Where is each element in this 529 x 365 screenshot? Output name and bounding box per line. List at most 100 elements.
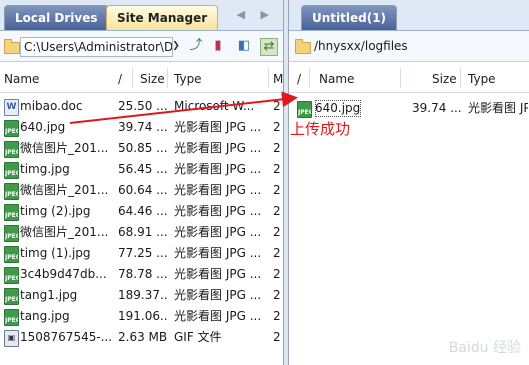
jpeg-file-icon: JPEG <box>4 204 19 221</box>
jpeg-file-icon: JPEG <box>4 246 19 263</box>
file-size: 191.06... <box>118 309 168 323</box>
file-modified: 2 <box>273 309 281 323</box>
file-modified: 2 <box>273 162 281 176</box>
list-item[interactable]: JPEGtimg (1).jpg 77.25 ... 光影看图 JPG ... 2 <box>0 243 283 264</box>
watermark: Baidu 经验 <box>448 340 521 356</box>
col-separator[interactable] <box>460 68 461 88</box>
list-item[interactable]: JPEGtang.jpg 191.06... 光影看图 JPG ... 2 <box>0 306 283 327</box>
jpeg-file-icon: JPEG <box>4 225 19 242</box>
file-type: 光影看图 JPG ... <box>174 288 262 302</box>
gif-file-icon: ▣ <box>4 330 19 347</box>
col-separator[interactable] <box>400 68 401 88</box>
list-item[interactable]: JPEGtimg (2).jpg 64.46 ... 光影看图 JPG ... 2 <box>0 201 283 222</box>
list-item[interactable]: JPEG640.jpg 39.74 ... 光影看图 JPG ... 2 <box>0 117 283 138</box>
col-separator[interactable] <box>167 68 168 88</box>
file-modified: 2 <box>273 288 281 302</box>
file-type: 光影看图 JPG ... <box>174 246 262 260</box>
local-file-list: Wmibao.doc25.50 ...Microsoft W...2JPEG64… <box>0 93 283 348</box>
tab-local-drives[interactable]: Local Drives <box>4 5 109 30</box>
col-separator[interactable] <box>268 68 269 88</box>
file-modified: 2 <box>273 225 281 239</box>
col-name[interactable]: Name <box>319 62 354 92</box>
list-item[interactable]: ▣ 1508767545-... 2.63 MB GIF 文件 2 <box>0 327 283 348</box>
file-name: tang.jpg <box>20 309 70 323</box>
file-name: 1508767545-... <box>20 330 113 344</box>
jpeg-file-icon: JPEG <box>4 288 19 305</box>
remote-pane: Untitled(1) /hnysxx/logfiles / Name Size… <box>288 0 529 365</box>
col-type[interactable]: Type <box>468 62 496 92</box>
file-type: 光影看图 JPG ... <box>174 183 262 197</box>
file-type: 光影看图 JPG ... <box>174 162 262 176</box>
list-item[interactable]: JPEG微信图片_201... 50.85 ... 光影看图 JPG ... 2 <box>0 138 283 159</box>
file-type: 光影看图 JPG ... <box>174 225 262 239</box>
file-type: 光影看图 JPG ... <box>174 309 262 323</box>
left-tab-bar: Local Drives Site Manager ◀ ▶ <box>0 0 283 31</box>
folder-icon <box>295 39 311 54</box>
file-size: 50.85 ... <box>118 141 168 155</box>
file-size: 39.74 ... <box>412 101 462 115</box>
bookmark-icon[interactable]: ▮ <box>210 38 226 54</box>
sync-browse-icon[interactable]: ⇄ <box>260 38 278 56</box>
left-column-header: Name / Size Type M <box>0 62 283 93</box>
file-name: 微信图片_201... <box>20 141 109 155</box>
col-size[interactable]: Size <box>140 62 165 92</box>
col-modified[interactable]: M <box>273 62 283 92</box>
list-item[interactable]: JPEG640.jpg 39.74 ... 光影看图 JPE <box>289 98 529 119</box>
tab-scroll-arrows[interactable]: ◀ ▶ <box>237 8 275 21</box>
remote-file-list: JPEG640.jpg 39.74 ... 光影看图 JPE <box>289 93 529 119</box>
file-name: mibao.doc <box>20 99 83 113</box>
file-modified: 2 <box>273 141 281 155</box>
file-modified: 2 <box>273 183 281 197</box>
file-type: 光影看图 JPG ... <box>174 204 262 218</box>
tab-site-manager[interactable]: Site Manager <box>106 5 219 30</box>
list-item[interactable]: JPEG3c4b9d47db... 78.78 ... 光影看图 JPG ... 2 <box>0 264 283 285</box>
file-type: 光影看图 JPE <box>468 101 528 115</box>
jpeg-file-icon: JPEG <box>4 120 19 137</box>
sort-indicator: / <box>297 72 302 86</box>
list-item[interactable]: JPEG微信图片_201... 68.91 ... 光影看图 JPG ... 2 <box>0 222 283 243</box>
file-size: 78.78 ... <box>118 267 168 281</box>
file-type: 光影看图 JPG ... <box>174 141 262 155</box>
file-size: 77.25 ... <box>118 246 168 260</box>
file-type: Microsoft W... <box>174 99 255 113</box>
file-size: 64.46 ... <box>118 204 168 218</box>
file-name: 3c4b9d47db... <box>20 267 107 281</box>
file-size: 68.91 ... <box>118 225 168 239</box>
col-name[interactable]: Name <box>4 62 39 92</box>
jpeg-file-icon: JPEG <box>4 162 19 179</box>
file-size: 56.45 ... <box>118 162 168 176</box>
file-name: timg (2).jpg <box>20 204 91 218</box>
list-item[interactable]: JPEGtang1.jpg 189.37... 光影看图 JPG ... 2 <box>0 285 283 306</box>
list-item[interactable]: Wmibao.doc 25.50 ... Microsoft W... 2 <box>0 96 283 117</box>
left-path-bar: C:\Users\Administrator\D ❯ ⤴ ▮ ◧ ⇄ <box>0 31 283 62</box>
file-name: 微信图片_201... <box>20 183 109 197</box>
file-size: 25.50 ... <box>118 99 168 113</box>
refresh-icon[interactable]: ◧ <box>236 38 252 54</box>
file-type: GIF 文件 <box>174 330 222 344</box>
list-item[interactable]: JPEGtimg.jpg 56.45 ... 光影看图 JPG ... 2 <box>0 159 283 180</box>
sort-indicator: / <box>118 72 123 86</box>
right-column-header: / Name Size Type <box>289 62 529 93</box>
col-separator[interactable] <box>309 68 310 88</box>
col-separator[interactable] <box>132 68 133 88</box>
file-size: 2.63 MB <box>118 330 168 344</box>
file-modified: 2 <box>273 246 281 260</box>
file-name: 微信图片_201... <box>20 225 109 239</box>
folder-up-icon[interactable]: ⤴ <box>188 38 204 54</box>
right-path-bar: /hnysxx/logfiles <box>289 31 529 62</box>
folder-icon <box>4 39 20 54</box>
jpeg-file-icon: JPEG <box>4 141 19 158</box>
col-type[interactable]: Type <box>174 62 202 92</box>
file-size: 189.37... <box>118 288 168 302</box>
file-size: 39.74 ... <box>118 120 168 134</box>
file-modified: 2 <box>273 267 281 281</box>
remote-path-input[interactable]: /hnysxx/logfiles <box>311 37 525 55</box>
file-modified: 2 <box>273 120 281 134</box>
file-modified: 2 <box>273 204 281 218</box>
tab-untitled[interactable]: Untitled(1) <box>301 5 398 30</box>
local-path-input[interactable]: C:\Users\Administrator\D <box>20 37 173 57</box>
local-drives-pane: Local Drives Site Manager ◀ ▶ C:\Users\A… <box>0 0 284 365</box>
col-size[interactable]: Size <box>432 62 457 92</box>
list-item[interactable]: JPEG微信图片_201... 60.64 ... 光影看图 JPG ... 2 <box>0 180 283 201</box>
path-dropdown-icon[interactable]: ❯ <box>170 38 182 54</box>
